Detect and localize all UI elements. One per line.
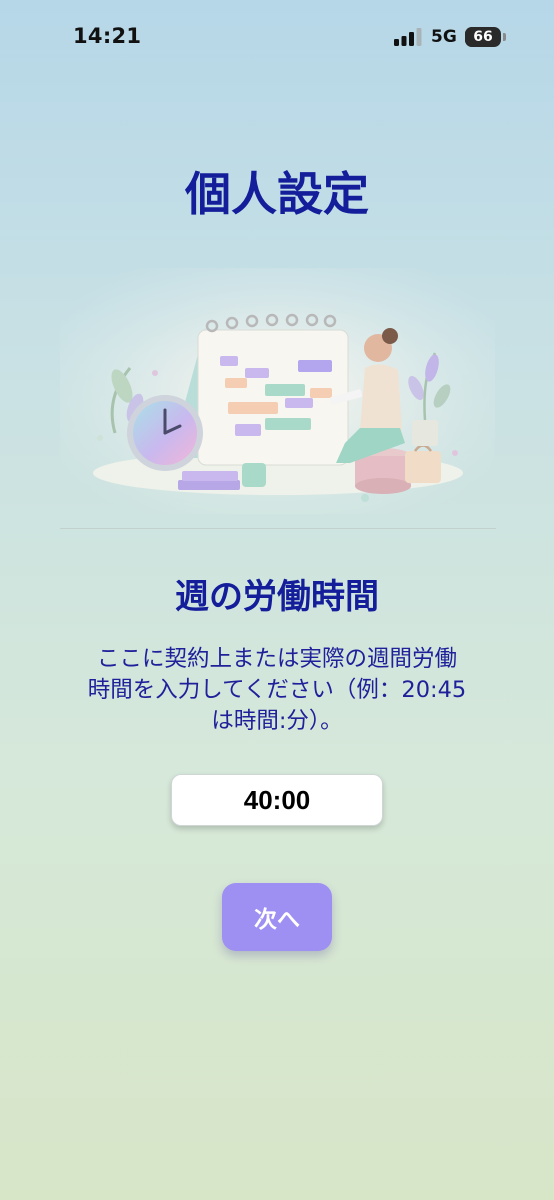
battery-level: 66 — [473, 29, 493, 45]
page-title: 個人設定 — [185, 167, 369, 221]
cellular-signal-icon — [394, 28, 422, 46]
weekly-hours-input[interactable] — [171, 774, 383, 826]
calendar-planning-illustration — [60, 268, 495, 514]
network-type: 5G — [431, 27, 457, 47]
description-line: ここに契約上または実際の週間労働 — [96, 646, 457, 672]
description-line: は時間:分）。 — [211, 708, 343, 734]
description-line: 時間を入力してください（例：20:45 — [87, 677, 467, 703]
next-button[interactable]: 次へ — [222, 883, 332, 951]
section-description: ここに契約上または実際の週間労働 時間を入力してください（例：20:45 は時間… — [50, 644, 504, 737]
section-divider — [60, 528, 496, 529]
section-title: 週の労働時間 — [175, 577, 379, 617]
status-bar: 14:21 5G 66 — [0, 0, 554, 76]
status-time: 14:21 — [73, 24, 142, 48]
battery-icon: 66 — [465, 26, 507, 48]
